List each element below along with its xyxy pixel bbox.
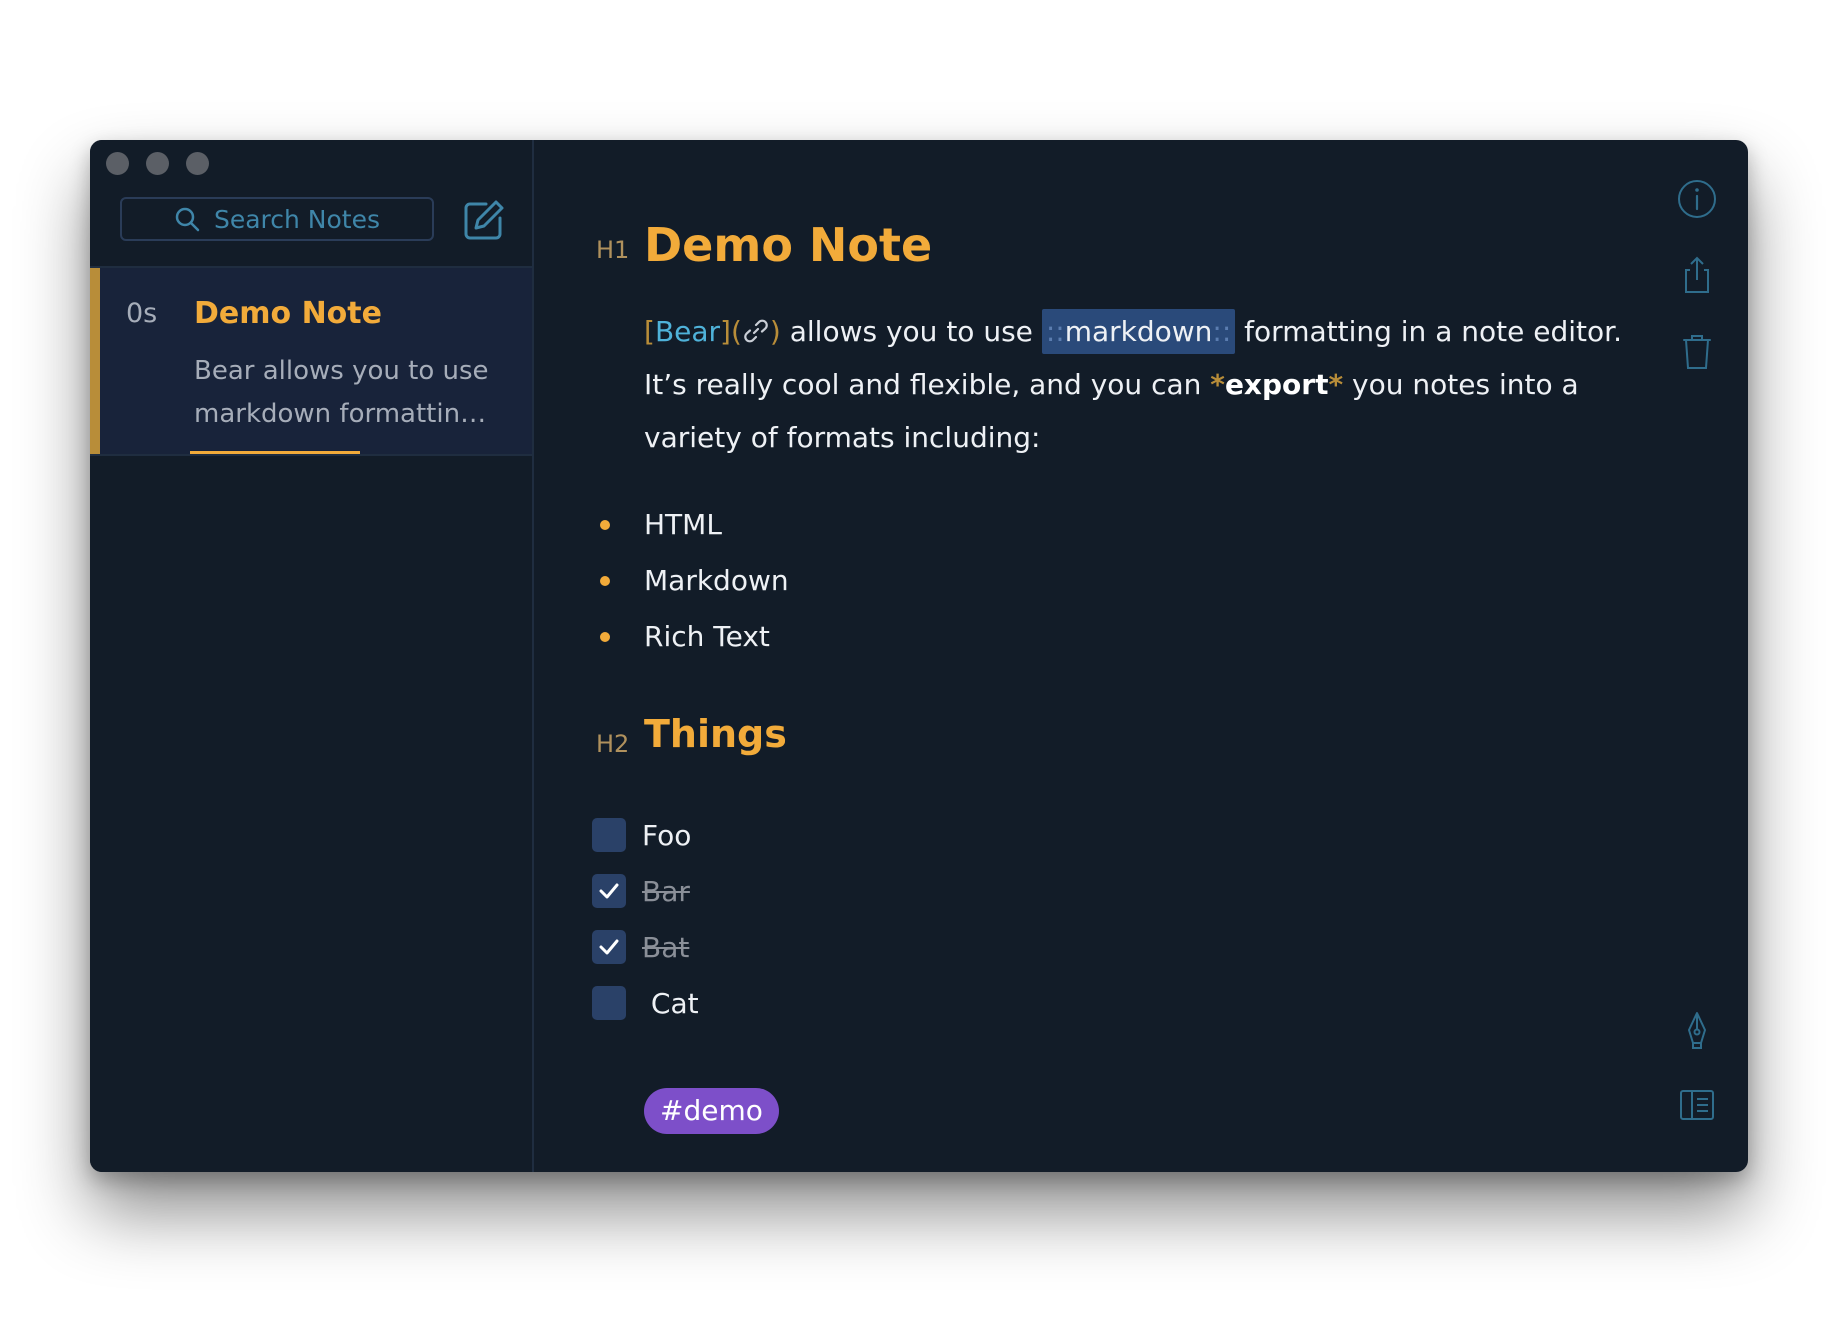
trash-icon[interactable] (1676, 330, 1718, 372)
zoom-window-button[interactable] (186, 152, 209, 175)
list-item-text: Rich Text (644, 620, 770, 653)
todo-checkbox[interactable] (592, 930, 626, 964)
highlight-marker: :: (1212, 315, 1232, 348)
minimize-window-button[interactable] (146, 152, 169, 175)
app-window: Search Notes 0s Demo Note Bear allows yo… (90, 140, 1748, 1172)
note-title-heading[interactable]: Demo Note (644, 218, 932, 272)
checkmark-icon (599, 939, 619, 955)
bold-marker: * (1210, 368, 1225, 401)
bold-text: export (1224, 368, 1329, 401)
bullet-icon (600, 576, 610, 586)
note-preview-line: markdown formattin… (194, 399, 487, 429)
h1-marker: H1 (596, 236, 630, 264)
close-window-button[interactable] (106, 152, 129, 175)
markdown-link[interactable]: [Bear]( ) (644, 315, 781, 348)
todo-label: Bat (642, 930, 690, 964)
todo-item[interactable]: Bar (592, 863, 699, 919)
search-placeholder: Search Notes (213, 204, 381, 234)
link-bracket-open: [ (644, 315, 655, 348)
list-item[interactable]: Markdown (600, 553, 789, 609)
bullet-list: HTML Markdown Rich Text (600, 497, 789, 665)
h2-marker: H2 (596, 730, 630, 758)
paragraph-text: allows you to use (780, 315, 1042, 348)
link-text[interactable]: Bear (655, 315, 720, 348)
note-list-item[interactable]: 0s Demo Note Bear allows you to use mark… (90, 268, 532, 456)
share-icon[interactable] (1676, 254, 1718, 296)
todo-list: Foo Bar Bat Cat (592, 807, 699, 1031)
todo-item[interactable]: Foo (592, 807, 699, 863)
todo-label: Bar (642, 874, 690, 908)
info-icon[interactable] (1676, 178, 1718, 220)
window-controls (106, 152, 209, 175)
list-item[interactable]: Rich Text (600, 609, 789, 665)
todo-item[interactable]: Cat (592, 975, 699, 1031)
bullet-icon (600, 632, 610, 642)
bold-marker: * (1328, 368, 1344, 401)
highlight-marker: :: (1045, 315, 1065, 348)
search-icon (175, 207, 200, 232)
highlighted-text: ::markdown:: (1041, 309, 1236, 354)
todo-checkbox[interactable] (592, 818, 626, 852)
highlight-word: markdown (1064, 315, 1213, 348)
list-item-text: HTML (644, 508, 722, 541)
hashtag-pill[interactable]: #demo (644, 1088, 779, 1134)
todo-item[interactable]: Bat (592, 919, 699, 975)
pen-icon[interactable] (1676, 1010, 1718, 1052)
list-item-text: Markdown (644, 564, 789, 597)
link-icon[interactable] (742, 317, 770, 345)
selected-indicator (90, 268, 100, 454)
compose-icon[interactable] (462, 198, 506, 242)
list-item[interactable]: HTML (600, 497, 789, 553)
checkmark-icon (599, 883, 619, 899)
link-bracket-close: ) (769, 315, 781, 348)
note-paragraph[interactable]: [Bear]( ) allows you to use ::markdown::… (644, 305, 1644, 464)
sidebar-toggle-icon[interactable] (1676, 1084, 1718, 1126)
todo-checkbox[interactable] (592, 874, 626, 908)
note-preview-line: Bear allows you to use (194, 356, 489, 386)
note-preview: Bear allows you to use markdown formatti… (194, 350, 504, 436)
note-editor[interactable]: H1 Demo Note [Bear]( ) allows you to use… (534, 140, 1748, 1172)
todo-label: Cat (642, 986, 699, 1020)
todo-checkbox[interactable] (592, 986, 626, 1020)
section-heading[interactable]: Things (644, 712, 787, 756)
note-title: Demo Note (194, 296, 382, 331)
bullet-icon (600, 520, 610, 530)
todo-label: Foo (642, 818, 692, 852)
link-bracket-mid: ]( (720, 315, 742, 348)
note-time: 0s (126, 298, 158, 329)
note-progress-bar (190, 451, 360, 454)
search-input[interactable]: Search Notes (120, 197, 434, 241)
notes-sidebar: Search Notes 0s Demo Note Bear allows yo… (90, 140, 534, 1172)
